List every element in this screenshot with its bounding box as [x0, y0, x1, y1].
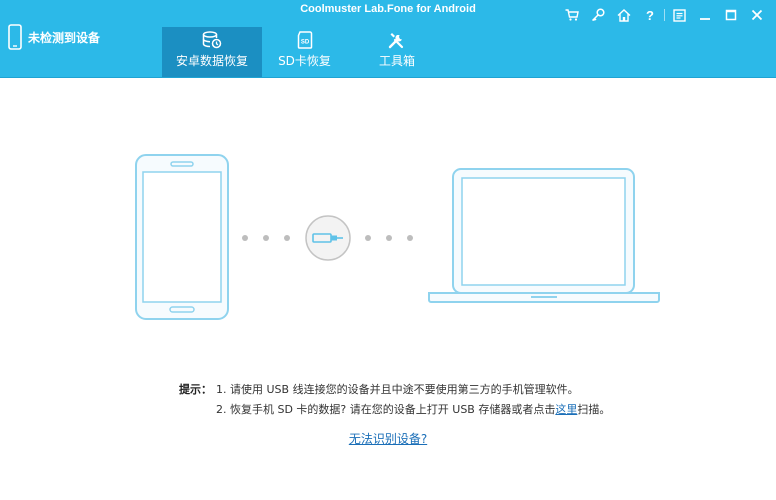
device-status-label: 未检测到设备	[28, 30, 101, 45]
tip-2: 2. 恢复手机 SD 卡的数据? 请在您的设备上打开 USB 存储器或者点击这里…	[216, 400, 610, 420]
tip-1: 1. 请使用 USB 线连接您的设备并且中途不要使用第三方的手机管理软件。	[216, 383, 579, 396]
tip-row-1: 提示： 1. 请使用 USB 线连接您的设备并且中途不要使用第三方的手机管理软件…	[179, 380, 610, 400]
cant-recognize-device-link[interactable]: 无法识别设备?	[349, 432, 427, 446]
svg-text:SD: SD	[300, 40, 309, 46]
minimize-icon[interactable]	[692, 6, 718, 24]
cant-recognize-wrapper: 无法识别设备?	[0, 430, 776, 447]
close-icon[interactable]	[744, 6, 770, 24]
database-restore-icon	[202, 31, 222, 49]
app-header: Coolmuster Lab.Fone for Android 未检测到设备 安…	[0, 0, 776, 78]
scan-here-link[interactable]: 这里	[555, 403, 577, 416]
phone-icon	[8, 24, 22, 50]
tab-android-recovery[interactable]: 安卓数据恢复	[162, 27, 262, 77]
tip-indent	[179, 400, 216, 420]
phone-illustration	[135, 154, 229, 320]
window-controls: ?	[559, 6, 770, 24]
connection-dots-left	[242, 235, 290, 241]
maximize-icon[interactable]	[718, 6, 744, 24]
connection-dots-right	[365, 235, 413, 241]
laptop-illustration	[428, 168, 660, 303]
tab-label: 安卓数据恢复	[175, 54, 248, 68]
help-icon[interactable]: ?	[637, 6, 663, 24]
main-tabs: 安卓数据恢复 SD SD卡恢复 工具箱	[162, 27, 447, 77]
tab-sd-card-recovery[interactable]: SD SD卡恢复	[262, 27, 347, 77]
tab-label: 工具箱	[378, 54, 415, 68]
tip-2-prefix: 2. 恢复手机 SD 卡的数据? 请在您的设备上打开 USB 存储器或者点击	[216, 403, 556, 416]
sd-card-icon: SD	[297, 31, 312, 49]
cart-icon[interactable]	[559, 6, 585, 24]
tab-label: SD卡恢复	[278, 54, 331, 68]
key-icon[interactable]	[585, 6, 611, 24]
tip-2-suffix: 扫描。	[577, 403, 611, 416]
tools-icon	[388, 33, 404, 49]
divider	[664, 9, 665, 21]
device-status: 未检测到设备	[8, 24, 100, 50]
usb-cable-icon	[305, 215, 351, 261]
tips-section: 提示： 1. 请使用 USB 线连接您的设备并且中途不要使用第三方的手机管理软件…	[179, 380, 610, 420]
home-icon[interactable]	[611, 6, 637, 24]
tip-row-2: 2. 恢复手机 SD 卡的数据? 请在您的设备上打开 USB 存储器或者点击这里…	[179, 400, 610, 420]
tab-toolbox[interactable]: 工具箱	[347, 27, 447, 77]
tips-label: 提示：	[179, 383, 212, 396]
feedback-icon[interactable]	[666, 6, 692, 24]
